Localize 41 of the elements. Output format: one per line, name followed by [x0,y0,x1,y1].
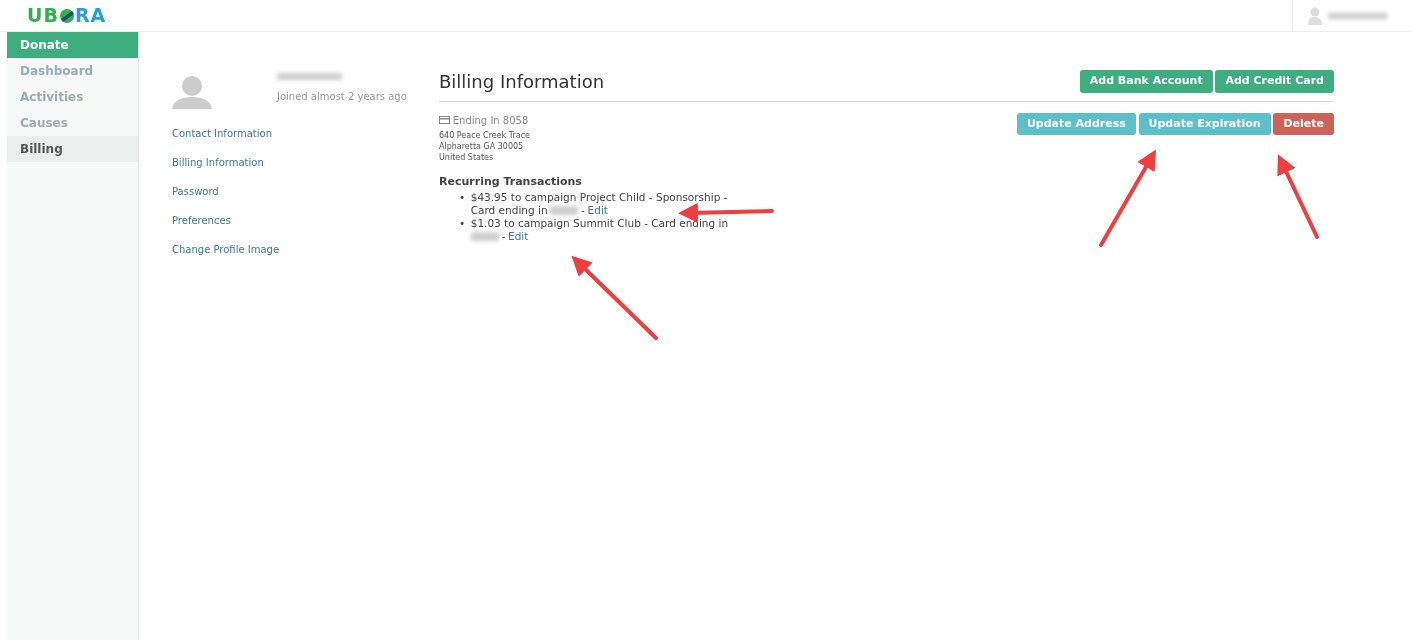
ball-logo-icon [58,7,75,24]
action-button[interactable]: Add Bank Account [1079,70,1213,93]
profile-link[interactable]: Password [172,183,439,199]
action-button[interactable]: Update Expiration [1138,112,1271,135]
action-button[interactable]: Add Credit Card [1215,70,1334,93]
sidebar-item[interactable]: Donate [7,32,138,58]
redacted-card-number [470,231,499,241]
page-title: Billing Information [439,70,605,94]
redacted-username [1328,12,1388,19]
action-button[interactable]: Update Address [1016,112,1136,135]
address-line: Alpharetta GA 30005 [439,141,525,153]
transaction-text: $1.03 to campaign Summit Club - Card ending in [470,216,729,229]
action-button[interactable]: Delete [1273,112,1334,135]
credit-card-icon [439,116,450,124]
profile-link[interactable]: Contact Information [172,125,439,141]
address-line: 640 Peace Creek Trace [439,130,531,142]
transaction-text: Card ending in [470,203,548,217]
bullet-mark: • [459,190,466,205]
sidebar-item[interactable]: Dashboard [7,58,138,84]
address-line: United States [439,152,495,164]
edit-link[interactable]: Edit [508,229,529,243]
separator-text: - [501,229,506,243]
sidebar-item[interactable]: Causes [7,110,138,136]
sidebar-item[interactable]: Activities [7,84,138,110]
profile-link[interactable]: Billing Information [172,154,439,170]
section-heading: Recurring Transactions [439,174,583,191]
redacted-card-number [550,205,579,215]
card-ending-text: Ending In 8058 [452,113,529,128]
bullet-mark: • [459,216,466,231]
logo-text: RA [74,3,107,29]
sidebar-item[interactable]: Billing [7,136,138,162]
user-avatar-icon [1308,6,1322,25]
avatar-silhouette-icon [172,75,212,109]
logo-text: UB [27,3,59,29]
separator-text: - [581,203,585,217]
transaction-text: $43.95 to campaign Project Child - Sponsorship - [470,190,728,203]
joined-text: Joined almost 2 years ago [277,89,407,104]
redacted-name [277,73,342,81]
profile-link[interactable]: Preferences [172,212,439,228]
edit-link[interactable]: Edit [587,203,608,217]
profile-link[interactable]: Change Profile Image [172,241,439,257]
